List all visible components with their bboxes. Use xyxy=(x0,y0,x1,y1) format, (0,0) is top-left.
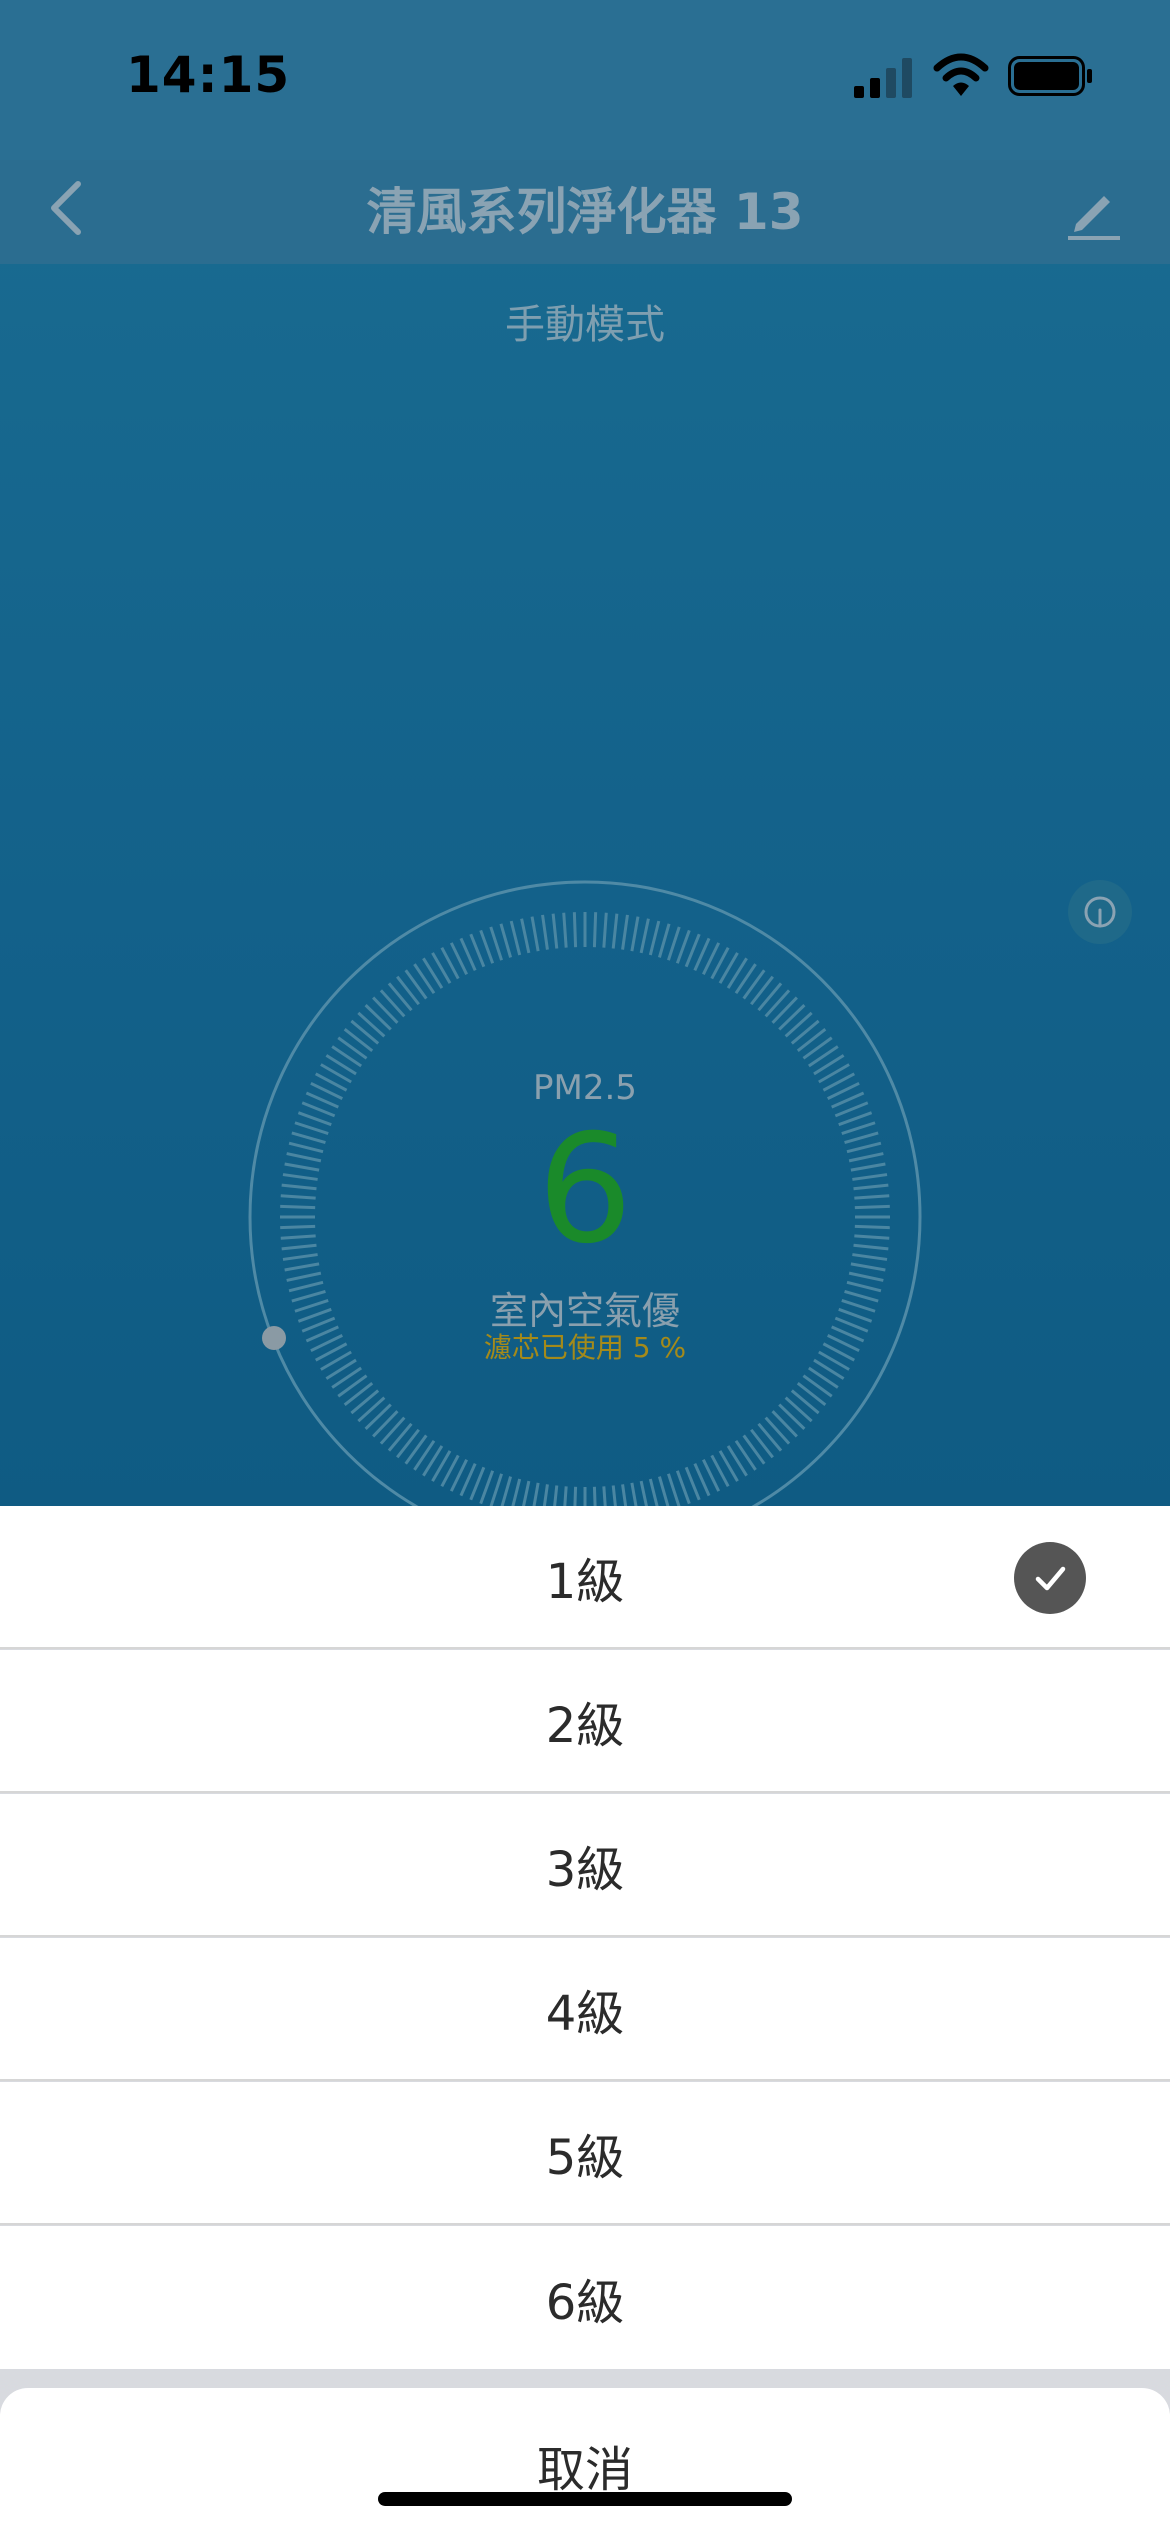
mode-label: 手動模式 xyxy=(505,302,665,348)
cancel-label: 取消 xyxy=(536,2442,633,2498)
checkmark-icon xyxy=(1014,1542,1086,1614)
level-option-4[interactable]: 4級 xyxy=(0,1938,1170,2081)
home-indicator xyxy=(378,2492,792,2506)
screen: 14:15 清風系列淨化器 13 手動模式 PM2.5 6 室內空氣優 濾芯已使… xyxy=(0,0,1170,2532)
leaf-icon xyxy=(1084,896,1116,928)
option-label: 4級 xyxy=(545,1985,625,2042)
option-label: 3級 xyxy=(545,1841,625,1898)
pm-value: 6 xyxy=(537,1103,633,1277)
battery-icon xyxy=(1008,56,1092,96)
level-option-6[interactable]: 6級 xyxy=(0,2226,1170,2369)
pencil-icon[interactable] xyxy=(1064,182,1124,242)
page-title: 清風系列淨化器 13 xyxy=(366,183,804,241)
eco-mode-button[interactable] xyxy=(1068,880,1132,944)
option-label: 5級 xyxy=(545,2129,625,2186)
option-label: 2級 xyxy=(545,1697,625,1754)
level-option-2[interactable]: 2級 xyxy=(0,1650,1170,1793)
cellular-signal-icon xyxy=(854,58,912,98)
wifi-icon xyxy=(933,53,989,96)
level-option-5[interactable]: 5級 xyxy=(0,2082,1170,2225)
option-label: 1級 xyxy=(545,1553,625,1610)
filter-usage: 濾芯已使用 5 % xyxy=(483,1331,687,1364)
level-action-sheet: 1級 2級 3級 4級 5級 6級 xyxy=(0,1506,1170,2532)
option-label: 6級 xyxy=(545,2274,625,2331)
level-option-1[interactable]: 1級 xyxy=(0,1506,1170,1649)
status-time: 14:15 xyxy=(126,46,291,104)
dial-knob[interactable] xyxy=(262,1326,286,1350)
level-option-3[interactable]: 3級 xyxy=(0,1794,1170,1937)
pm-label: PM2.5 xyxy=(533,1068,637,1108)
cancel-button[interactable]: 取消 xyxy=(0,2388,1170,2532)
